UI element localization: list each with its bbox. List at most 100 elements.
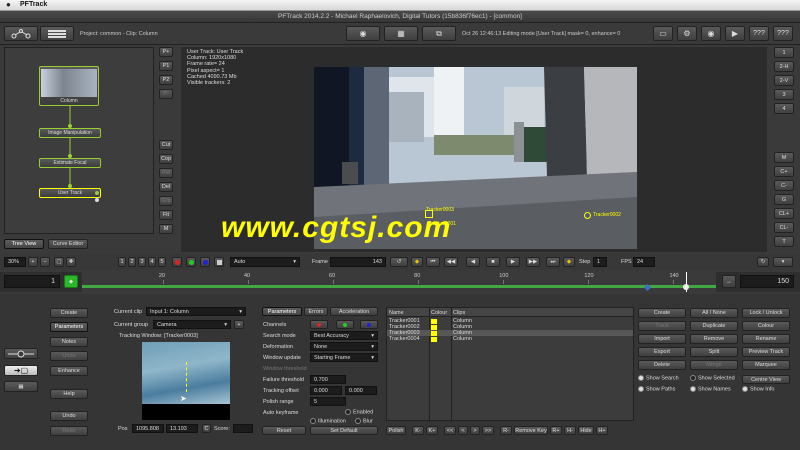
player-button[interactable]: ▶: [725, 26, 745, 41]
reset-button[interactable]: Reset: [262, 426, 306, 435]
display-option-checkbox[interactable]: Show Selected: [690, 375, 735, 381]
next-key-button[interactable]: ◆: [563, 257, 575, 267]
node-image-manipulation[interactable]: Image Manipulation: [39, 128, 101, 138]
channel-g-toggle[interactable]: [336, 320, 354, 329]
deformation-select[interactable]: None ▾: [310, 342, 378, 351]
table-row[interactable]: Tracker0004 Column: [387, 336, 633, 342]
view-c-plus[interactable]: C+: [774, 166, 794, 177]
timeline-track[interactable]: 20 40 60 80 100 120 140: [82, 272, 716, 292]
node-input-dot[interactable]: [68, 124, 72, 128]
view-c-minus[interactable]: C-: [774, 180, 794, 191]
action-button[interactable]: Rename: [742, 334, 790, 344]
view-cl-plus[interactable]: CL+: [774, 208, 794, 219]
enabled-checkbox[interactable]: Enabled: [345, 409, 373, 415]
zoom-out-button[interactable]: −: [40, 257, 50, 267]
action-button[interactable]: All / None: [690, 308, 738, 318]
score-c-button[interactable]: C: [202, 424, 211, 433]
jump-end-button[interactable]: ⏭: [546, 257, 560, 267]
play-back-button[interactable]: ◀: [466, 257, 480, 267]
node-p2[interactable]: P2: [159, 75, 173, 85]
clip-node-column[interactable]: Column: [39, 66, 99, 106]
playbar-options-button[interactable]: ↻: [757, 257, 769, 267]
tracker-nav-button[interactable]: >: [470, 426, 480, 435]
action-button[interactable]: Colour: [742, 321, 790, 331]
node-estimate-focal[interactable]: Estimate Focal: [39, 158, 101, 168]
export-tool[interactable]: ➜▢: [4, 365, 38, 376]
tab-tree-view[interactable]: Tree View: [4, 239, 44, 249]
action-button[interactable]: Merge: [690, 360, 738, 370]
fps-field[interactable]: 24: [633, 257, 655, 267]
slider-tool[interactable]: [4, 348, 38, 359]
view-2v[interactable]: 2-V: [774, 75, 794, 86]
action-button[interactable]: Marquee: [742, 360, 790, 370]
node-fit[interactable]: Fit: [159, 210, 173, 220]
tree-mode-button[interactable]: [4, 26, 38, 41]
current-clip-select[interactable]: Input 1: Column ▾: [146, 307, 246, 316]
frame-field[interactable]: 143: [330, 257, 386, 267]
node-cut[interactable]: Cut: [159, 140, 173, 150]
display-option-checkbox[interactable]: Show Paths: [638, 386, 675, 392]
set-default-button[interactable]: Set Default: [310, 426, 378, 435]
pan-button[interactable]: ✚: [66, 257, 76, 267]
menu-redo-button[interactable]: Redo: [50, 426, 88, 436]
layout-3[interactable]: 3: [138, 257, 146, 267]
view-m[interactable]: M: [774, 152, 794, 163]
node-output-dot[interactable]: [95, 198, 99, 202]
action-button[interactable]: Lock / Unlock: [742, 308, 790, 318]
step-back-button[interactable]: ◀◀: [444, 257, 458, 267]
menu-undo-button[interactable]: Undo: [50, 411, 88, 421]
tracker-nav-button[interactable]: R+: [550, 426, 562, 435]
tracker-nav-button[interactable]: <<: [444, 426, 456, 435]
tracker-colour-swatch[interactable]: [431, 330, 437, 336]
menu-notes-button[interactable]: Notes: [50, 337, 88, 347]
tracker-colour-swatch[interactable]: [431, 324, 437, 330]
col-name-header[interactable]: Name: [389, 310, 404, 316]
node-p-plus[interactable]: P+: [159, 47, 173, 57]
tab-curve-editor[interactable]: Curve Editor: [48, 239, 88, 249]
node-m[interactable]: M: [159, 224, 173, 234]
window-update-select[interactable]: Starting Frame ▾: [310, 353, 378, 362]
layout-2[interactable]: 2: [128, 257, 136, 267]
menu-enhance-button[interactable]: Enhance: [50, 366, 88, 376]
view-1[interactable]: 1: [774, 47, 794, 58]
tracker-nav-button[interactable]: Remove Key: [514, 426, 548, 435]
timeline-start-field[interactable]: 1: [4, 275, 60, 288]
node-user-track[interactable]: User Track: [39, 188, 101, 198]
play-button[interactable]: ▶: [506, 257, 520, 267]
channel-r-toggle[interactable]: [310, 320, 328, 329]
pos-y-field[interactable]: 13.193: [166, 424, 198, 433]
set-key-button[interactable]: ◆: [411, 257, 423, 267]
tracker-colour-swatch[interactable]: [431, 318, 437, 324]
failure-threshold-field[interactable]: 0.700: [310, 375, 346, 384]
node-group[interactable]: Grp: [159, 196, 173, 206]
action-button[interactable]: Split: [690, 347, 738, 357]
action-button[interactable]: Import: [638, 334, 686, 344]
display-option-checkbox[interactable]: Show Search: [638, 375, 679, 381]
menu-help-button[interactable]: Help: [50, 389, 88, 399]
tracker-nav-button[interactable]: Hide: [578, 426, 594, 435]
tracker-colour-swatch[interactable]: [431, 336, 437, 342]
view-3[interactable]: 3: [774, 89, 794, 100]
offset-x-field[interactable]: 0.000: [310, 386, 342, 395]
view-2h[interactable]: 2-H: [774, 61, 794, 72]
action-button[interactable]: Duplicate: [690, 321, 738, 331]
view-g[interactable]: G: [774, 194, 794, 205]
tracker-nav-button[interactable]: H-: [564, 426, 576, 435]
tracker-nav-button[interactable]: R-: [500, 426, 512, 435]
action-button[interactable]: Track: [638, 321, 686, 331]
layout-1[interactable]: 1: [118, 257, 126, 267]
app-name[interactable]: PFTrack: [20, 1, 47, 8]
viewport[interactable]: User Track: User Track Column: 1920x1080…: [181, 47, 767, 252]
node-input-dot[interactable]: [68, 184, 72, 188]
channel-blue[interactable]: [200, 257, 210, 267]
display-option-checkbox[interactable]: Show Names: [690, 386, 731, 392]
add-group-button[interactable]: +: [234, 320, 244, 329]
channel-green[interactable]: [186, 257, 196, 267]
tracking-window[interactable]: ➤: [142, 342, 230, 420]
channel-red[interactable]: [172, 257, 182, 267]
layout-5[interactable]: 5: [158, 257, 166, 267]
help-button-2[interactable]: ???: [773, 26, 793, 41]
current-group-select[interactable]: Camera ▾: [153, 320, 231, 329]
apple-icon[interactable]: ●: [6, 0, 11, 9]
polish-range-field[interactable]: 5: [310, 397, 346, 406]
